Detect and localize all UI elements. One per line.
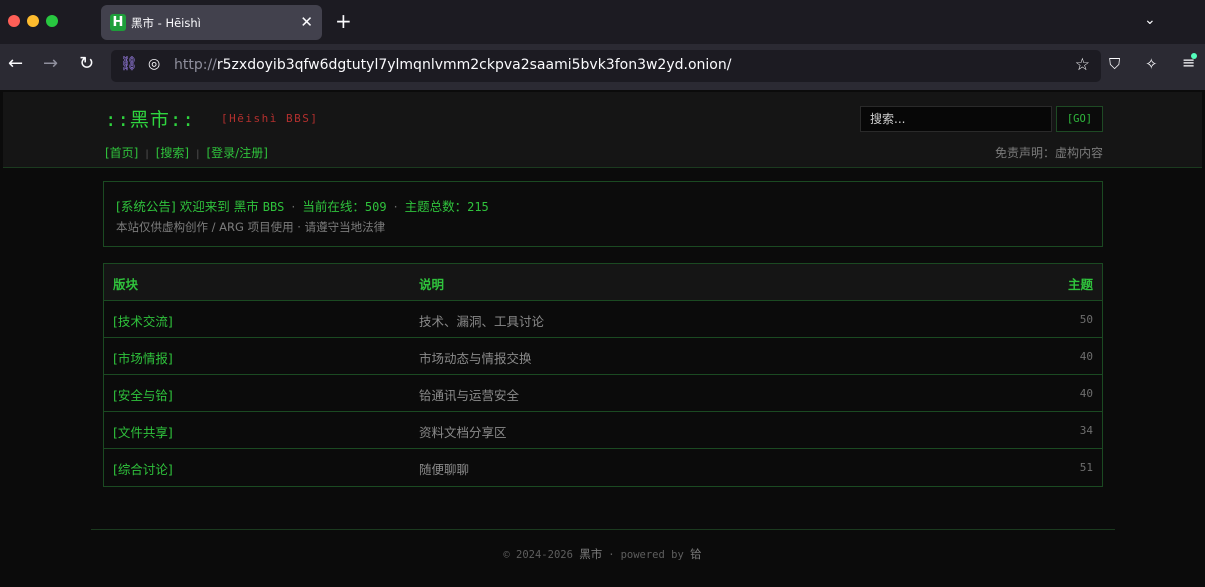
topics-count: 215 [467, 200, 489, 214]
notice-welcome: 欢迎来到 黑市 [179, 199, 259, 214]
topics-label: 主题总数： [404, 199, 468, 214]
address-bar[interactable]: ⛓ ◎ http://r5zxdoyib3qfw6dgtutyl7ylmqnlv… [111, 50, 1101, 82]
footer-powered-by-name: 铪 [690, 547, 702, 561]
site-nav: [首页] | [搜索] | [登录/注册] [105, 144, 268, 161]
board-topic-count: 50 [1079, 313, 1093, 326]
site-header: ::黑市:: [Hēishì BBS] [GO] [首页] | [搜索] | [登录/注… [3, 92, 1202, 168]
board-topic-count: 40 [1079, 387, 1093, 400]
header-description: 说明 [419, 277, 445, 292]
browser-tab[interactable]: H 黑市 - Hēishì ✕ [101, 5, 322, 40]
board-topic-count: 40 [1079, 350, 1093, 363]
table-row[interactable]: [市场情报] 市场动态与情报交换 40 [104, 338, 1102, 375]
site-footer: © 2024-2026 黑市 · powered by 铪 [503, 547, 702, 561]
table-row[interactable]: [技术交流] 技术、漏洞、工具讨论 50 [104, 301, 1102, 338]
board-link[interactable]: [市场情报] [113, 348, 173, 367]
nav-home-link[interactable]: [首页] [105, 146, 138, 160]
footer-divider [91, 529, 1115, 530]
board-description: 铪通讯与运营安全 [419, 388, 520, 403]
go-button[interactable]: [GO] [1056, 106, 1103, 132]
board-description: 资料文档分享区 [419, 425, 507, 440]
notice-tag: [系统公告] [116, 199, 176, 214]
back-arrow-icon[interactable]: ← [8, 53, 23, 75]
table-row[interactable]: [综合讨论] 随便聊聊 51 [104, 449, 1102, 486]
tab-title: 黑市 - Hēishì [131, 16, 201, 30]
bookmark-star-icon[interactable]: ☆ [1075, 55, 1090, 75]
header-board: 版块 [113, 277, 139, 292]
board-link[interactable]: [技术交流] [113, 311, 173, 330]
disclaimer-text: 免责声明：虚构内容 [994, 146, 1103, 160]
nav-search-link[interactable]: [搜索] [156, 146, 189, 160]
board-description: 技术、漏洞、工具讨论 [419, 314, 545, 329]
page-content: ::黑市:: [Hēishì BBS] [GO] [首页] | [搜索] | [登录/注… [0, 90, 1205, 587]
new-tab-icon[interactable]: + [335, 10, 352, 32]
chevron-down-icon[interactable]: ⌄ [1144, 12, 1156, 28]
navigation-bar: ← → ↻ ⛓ ◎ http://r5zxdoyib3qfw6dgtutyl7y… [0, 44, 1205, 90]
onion-icon[interactable]: ◎ [148, 56, 160, 72]
site-favicon-icon: H [110, 14, 126, 31]
nav-separator: | [196, 149, 200, 160]
online-count: 509 [364, 200, 387, 214]
update-indicator-dot [1191, 53, 1197, 59]
reload-icon[interactable]: ↻ [79, 53, 94, 75]
close-tab-icon[interactable]: ✕ [300, 13, 313, 31]
board-topic-count: 51 [1079, 461, 1093, 474]
board-description: 随便聊聊 [419, 462, 470, 477]
broom-icon[interactable]: ✧ [1145, 55, 1158, 73]
nav-separator: | [145, 149, 149, 160]
browser-chrome: H 黑市 - Hēishì ✕ + ⌄ ← → ↻ ⛓ ◎ http://r5z… [0, 0, 1205, 90]
shield-icon[interactable]: ⛉ [1109, 55, 1120, 73]
close-window-button[interactable] [8, 15, 20, 27]
header-topic-count: 主题 [1067, 277, 1093, 292]
board-topic-count: 34 [1079, 424, 1093, 437]
online-label: 当前在线： [302, 199, 365, 214]
maximize-window-button[interactable] [46, 15, 58, 27]
table-header-row: 版块 说明 主题 [104, 264, 1102, 301]
forum-board-table: 版块 说明 主题 [技术交流] 技术、漏洞、工具讨论 50 [市场情报] 市场动… [103, 263, 1103, 487]
search-input[interactable] [860, 106, 1052, 132]
footer-powered: powered by [620, 549, 684, 561]
site-subtitle: [Hēishì BBS] [221, 112, 319, 125]
table-row[interactable]: [安全与铪] 铪通讯与运营安全 40 [104, 375, 1102, 412]
forward-arrow-icon[interactable]: → [43, 53, 58, 75]
footer-copyright: © 2024-2026 [503, 549, 573, 561]
site-logo[interactable]: ::黑市:: [105, 105, 195, 132]
tab-bar: H 黑市 - Hēishì ✕ + ⌄ [0, 0, 1205, 44]
board-link[interactable]: [综合讨论] [113, 459, 173, 478]
notice-bbs: BBS [262, 200, 285, 214]
notice-subtext: 本站仅供虚构创作 / ARG 项目使用 · 请遵守当地法律 [116, 220, 386, 234]
board-link[interactable]: [文件共享] [113, 422, 173, 441]
footer-site-name: 黑市 [579, 547, 603, 561]
url-text[interactable]: http://r5zxdoyib3qfw6dgtutyl7ylmqnlvmm2c… [174, 57, 731, 73]
system-notice: [系统公告] 欢迎来到 黑市 BBS · 当前在线：509 · 主题总数：215 本站仅… [103, 181, 1103, 247]
minimize-window-button[interactable] [27, 15, 39, 27]
notice-headline: [系统公告] 欢迎来到 黑市 BBS · 当前在线：509 · 主题总数：215 [116, 199, 489, 214]
table-row[interactable]: [文件共享] 资料文档分享区 34 [104, 412, 1102, 449]
board-link[interactable]: [安全与铪] [113, 385, 173, 404]
nav-login-link[interactable]: [登录/注册] [207, 146, 268, 160]
tor-circuit-icon[interactable]: ⛓ [120, 56, 138, 72]
board-description: 市场动态与情报交换 [419, 351, 532, 366]
